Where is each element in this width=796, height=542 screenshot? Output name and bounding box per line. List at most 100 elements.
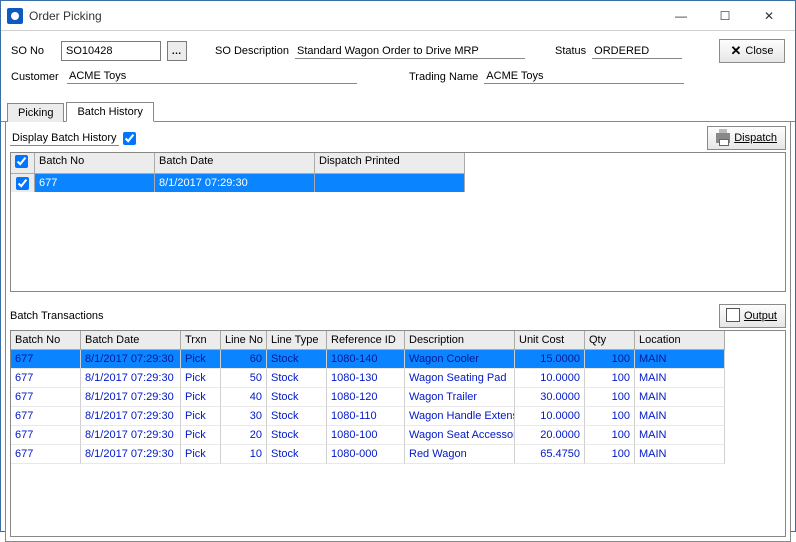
cell-qty: 100 [585, 350, 635, 369]
customer-value: ACME Toys [67, 69, 357, 84]
so-lookup-button[interactable]: … [167, 41, 187, 61]
tx-row[interactable]: 6778/1/2017 07:29:30Pick30Stock1080-110W… [11, 407, 785, 426]
close-icon: ✕ [730, 43, 741, 59]
cell-qty: 100 [585, 445, 635, 464]
cell-unit-cost: 10.0000 [515, 407, 585, 426]
cell-line-type: Stock [267, 369, 327, 388]
output-icon [728, 310, 740, 322]
app-icon [7, 8, 23, 24]
tx-col-trxn[interactable]: Trxn [181, 331, 221, 350]
tx-col-unit-cost[interactable]: Unit Cost [515, 331, 585, 350]
cell-batch-no: 677 [35, 174, 155, 192]
cell-trxn: Pick [181, 426, 221, 445]
cell-location: MAIN [635, 350, 725, 369]
dispatch-button[interactable]: Dispatch [707, 126, 786, 150]
cell-qty: 100 [585, 426, 635, 445]
tx-row[interactable]: 6778/1/2017 07:29:30Pick10Stock1080-000R… [11, 445, 785, 464]
output-button[interactable]: Output [719, 304, 786, 328]
cell-unit-cost: 15.0000 [515, 350, 585, 369]
cell-dispatch-printed [315, 174, 465, 192]
cell-qty: 100 [585, 407, 635, 426]
tab-picking[interactable]: Picking [7, 103, 64, 122]
tx-col-description[interactable]: Description [405, 331, 515, 350]
cell-location: MAIN [635, 369, 725, 388]
titlebar: Order Picking — ☐ ✕ [1, 1, 795, 31]
cell-description: Wagon Seat Accessory [405, 426, 515, 445]
tx-row[interactable]: 6778/1/2017 07:29:30Pick20Stock1080-100W… [11, 426, 785, 445]
cell-trxn: Pick [181, 350, 221, 369]
col-batch-date[interactable]: Batch Date [155, 153, 315, 174]
cell-qty: 100 [585, 388, 635, 407]
cell-batch-date: 8/1/2017 07:29:30 [81, 407, 181, 426]
close-button-label: Close [745, 45, 773, 57]
batch-history-header: Batch No Batch Date Dispatch Printed [11, 153, 785, 174]
status-label: Status [555, 45, 586, 57]
batch-history-panel: Display Batch History Dispatch Batch No … [5, 122, 791, 542]
cell-batch-date: 8/1/2017 07:29:30 [81, 426, 181, 445]
cell-line-type: Stock [267, 350, 327, 369]
batch-history-row[interactable]: 6778/1/2017 07:29:30 [11, 174, 785, 192]
col-batch-no[interactable]: Batch No [35, 153, 155, 174]
cell-unit-cost: 30.0000 [515, 388, 585, 407]
header-form: SO No SO10428 … SO Description Standard … [1, 31, 795, 96]
tx-row[interactable]: 6778/1/2017 07:29:30Pick60Stock1080-140W… [11, 350, 785, 369]
cell-trxn: Pick [181, 445, 221, 464]
cell-batch-no: 677 [11, 407, 81, 426]
tx-row[interactable]: 6778/1/2017 07:29:30Pick50Stock1080-130W… [11, 369, 785, 388]
cell-description: Wagon Seating Pad [405, 369, 515, 388]
cell-location: MAIN [635, 407, 725, 426]
tx-col-location[interactable]: Location [635, 331, 725, 350]
cell-line-no: 20 [221, 426, 267, 445]
batch-history-grid[interactable]: Batch No Batch Date Dispatch Printed 677… [10, 152, 786, 292]
display-batch-history-label: Display Batch History [10, 131, 119, 146]
cell-trxn: Pick [181, 388, 221, 407]
cell-line-type: Stock [267, 388, 327, 407]
trading-name-value: ACME Toys [484, 69, 684, 84]
cell-batch-no: 677 [11, 350, 81, 369]
select-all-checkbox[interactable] [15, 155, 28, 168]
cell-batch-date: 8/1/2017 07:29:30 [81, 350, 181, 369]
output-button-label: Output [744, 310, 777, 322]
cell-batch-no: 677 [11, 445, 81, 464]
cell-location: MAIN [635, 445, 725, 464]
cell-line-no: 40 [221, 388, 267, 407]
window-close-button[interactable]: ✕ [747, 2, 791, 30]
minimize-button[interactable]: — [659, 2, 703, 30]
tx-col-line-type[interactable]: Line Type [267, 331, 327, 350]
cell-batch-date: 8/1/2017 07:29:30 [81, 445, 181, 464]
row-checkbox[interactable] [16, 177, 29, 190]
close-button[interactable]: ✕ Close [719, 39, 785, 63]
cell-reference-id: 1080-130 [327, 369, 405, 388]
batch-transactions-label: Batch Transactions [10, 310, 104, 322]
tx-col-batch-no[interactable]: Batch No [11, 331, 81, 350]
cell-line-type: Stock [267, 445, 327, 464]
row-check-cell[interactable] [11, 174, 35, 192]
tx-row[interactable]: 6778/1/2017 07:29:30Pick40Stock1080-120W… [11, 388, 785, 407]
cell-reference-id: 1080-120 [327, 388, 405, 407]
tx-col-batch-date[interactable]: Batch Date [81, 331, 181, 350]
cell-batch-date: 8/1/2017 07:29:30 [81, 369, 181, 388]
cell-description: Wagon Trailer [405, 388, 515, 407]
cell-batch-no: 677 [11, 426, 81, 445]
display-batch-history-checkbox[interactable] [123, 132, 136, 145]
tx-col-reference-id[interactable]: Reference ID [327, 331, 405, 350]
so-no-field[interactable]: SO10428 [61, 41, 161, 61]
cell-location: MAIN [635, 426, 725, 445]
col-dispatch-printed[interactable]: Dispatch Printed [315, 153, 465, 174]
batch-transactions-grid[interactable]: Batch No Batch Date Trxn Line No Line Ty… [10, 330, 786, 537]
cell-batch-date: 8/1/2017 07:29:30 [155, 174, 315, 192]
col-check[interactable] [11, 153, 35, 174]
tx-col-line-no[interactable]: Line No [221, 331, 267, 350]
cell-trxn: Pick [181, 369, 221, 388]
tab-batch-history[interactable]: Batch History [66, 102, 153, 122]
maximize-button[interactable]: ☐ [703, 2, 747, 30]
tab-strip: Picking Batch History [1, 100, 795, 122]
so-no-label: SO No [11, 45, 55, 57]
tx-col-qty[interactable]: Qty [585, 331, 635, 350]
cell-batch-no: 677 [11, 369, 81, 388]
status-value: ORDERED [592, 44, 682, 59]
cell-unit-cost: 20.0000 [515, 426, 585, 445]
cell-description: Wagon Cooler [405, 350, 515, 369]
cell-line-no: 60 [221, 350, 267, 369]
cell-unit-cost: 65.4750 [515, 445, 585, 464]
